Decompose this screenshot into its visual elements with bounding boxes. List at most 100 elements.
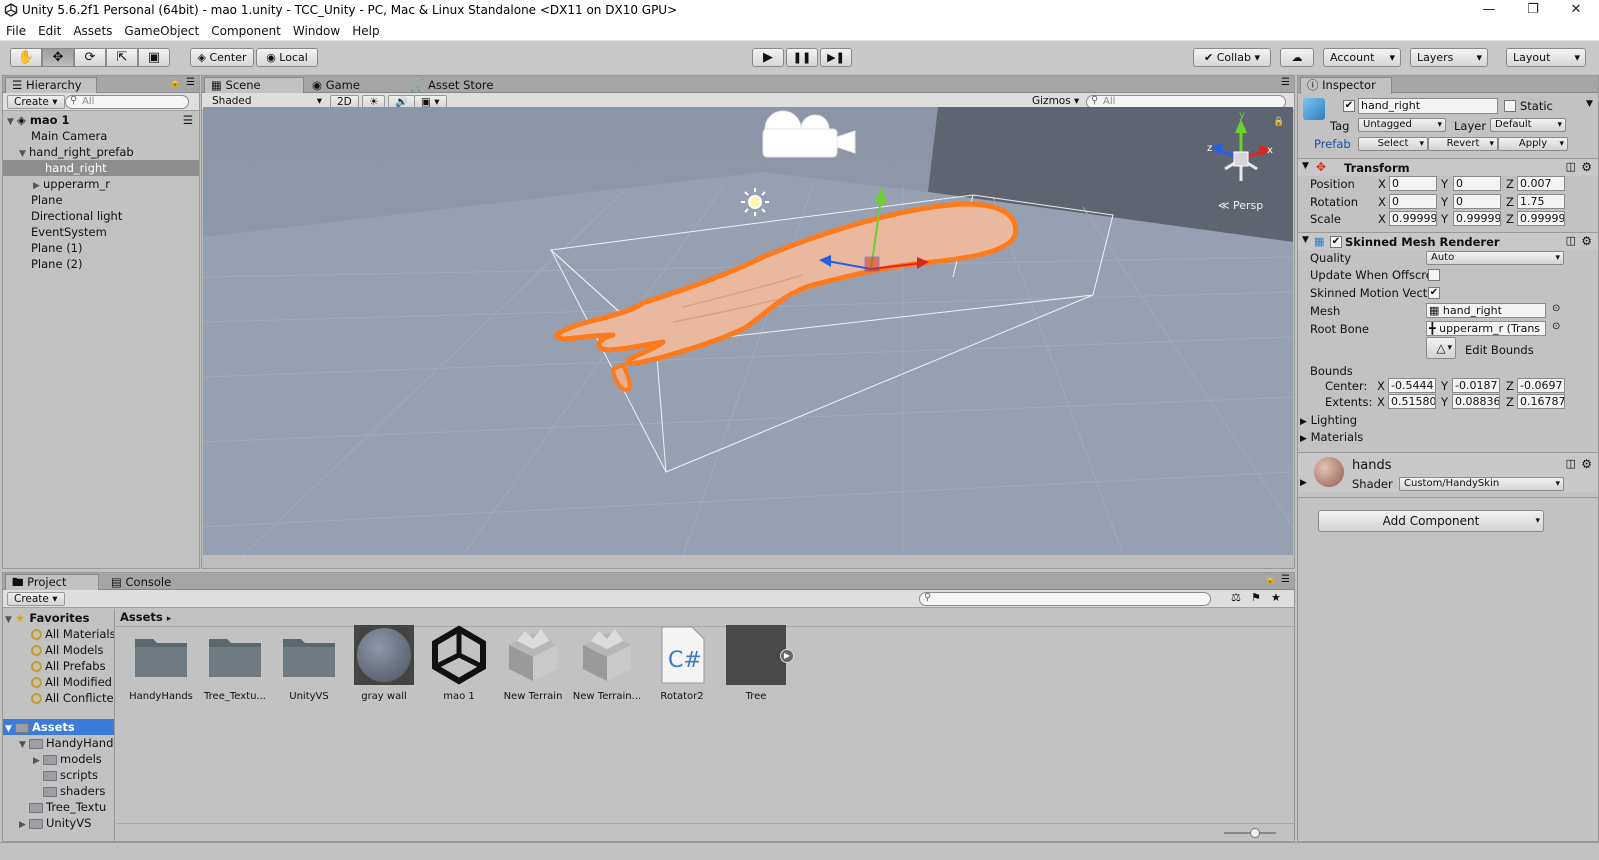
- tab-game[interactable]: ◉ Game: [306, 78, 406, 93]
- favorite-star-icon[interactable]: ★: [1271, 591, 1281, 604]
- search-by-type-icon[interactable]: ⚖: [1231, 591, 1241, 604]
- bounds-extents-y-field[interactable]: 0.08836: [1452, 394, 1500, 409]
- edit-bounds-button[interactable]: △: [1426, 337, 1456, 359]
- panel-menu-icon[interactable]: ☰: [1281, 77, 1290, 88]
- layer-dropdown[interactable]: Default: [1490, 118, 1566, 132]
- object-name-field[interactable]: hand_right: [1358, 98, 1498, 114]
- skinned-mesh-renderer-header[interactable]: ▼ ▦ ✔ Skinned Mesh Renderer ◫ ⚙: [1298, 232, 1598, 250]
- tab-asset-store[interactable]: 🛒 Asset Store: [404, 78, 524, 93]
- panel-menu-icon[interactable]: ☰: [186, 77, 195, 88]
- project-create-button[interactable]: Create ▾: [7, 592, 65, 606]
- rotation-z-field[interactable]: 1.75: [1517, 194, 1565, 209]
- lock-icon[interactable]: 🔒: [1265, 575, 1276, 585]
- account-dropdown[interactable]: Account ▾: [1323, 48, 1401, 67]
- folder-item[interactable]: ▼ HandyHand: [3, 735, 114, 751]
- scale-x-field[interactable]: 0.99999: [1389, 211, 1437, 226]
- tag-dropdown[interactable]: Untagged: [1358, 118, 1446, 132]
- object-picker-icon[interactable]: ⊙: [1552, 321, 1560, 332]
- restore-icon[interactable]: ❐: [1510, 2, 1556, 17]
- favorite-item[interactable]: All Materials: [3, 626, 114, 642]
- scene-menu-icon[interactable]: ☰: [183, 112, 193, 128]
- pause-button[interactable]: ❚❚: [786, 48, 818, 67]
- menu-window[interactable]: Window: [287, 22, 346, 40]
- cloud-button[interactable]: ☁: [1280, 48, 1314, 67]
- step-button[interactable]: ▶❚: [820, 48, 852, 67]
- minimize-icon[interactable]: —: [1466, 2, 1512, 17]
- static-checkbox[interactable]: [1504, 100, 1516, 112]
- position-y-field[interactable]: 0: [1453, 176, 1501, 191]
- collab-dropdown[interactable]: ✔ Collab ▾: [1193, 48, 1271, 67]
- asset-folder[interactable]: UnityVS: [273, 625, 345, 702]
- static-dropdown-icon[interactable]: ▼: [1586, 99, 1593, 109]
- asset-folder[interactable]: HandyHands: [125, 625, 197, 702]
- hierarchy-item[interactable]: Main Camera: [3, 128, 199, 144]
- scale-tool-icon[interactable]: ⇱: [106, 48, 138, 67]
- prefab-apply-button[interactable]: Apply: [1498, 137, 1568, 151]
- hierarchy-item[interactable]: ▶ upperarm_r: [3, 176, 199, 192]
- favorites-header[interactable]: ▼ ★ Favorites: [3, 610, 114, 626]
- prefab-select-button[interactable]: Select: [1358, 137, 1428, 151]
- asset-tree[interactable]: ▶ Tree: [720, 625, 794, 702]
- play-button[interactable]: ▶: [752, 48, 784, 67]
- project-search-input[interactable]: [919, 592, 1211, 606]
- lighting-foldout[interactable]: ▶ Lighting: [1300, 413, 1357, 427]
- pivot-center-toggle[interactable]: ◈ Center: [190, 48, 254, 67]
- skinned-motion-checkbox[interactable]: ✔: [1428, 287, 1440, 299]
- bounds-center-x-field[interactable]: -0.5444: [1388, 378, 1436, 393]
- asset-terrain[interactable]: New Terrain: [497, 625, 569, 702]
- move-tool-icon[interactable]: ✥: [42, 48, 74, 67]
- asset-scene[interactable]: mao 1: [423, 625, 495, 702]
- lock-icon[interactable]: 🔒: [1273, 117, 1284, 127]
- prefab-revert-button[interactable]: Revert: [1428, 137, 1498, 151]
- gear-icon[interactable]: ⚙: [1581, 160, 1592, 174]
- favorite-item[interactable]: All Models: [3, 642, 114, 658]
- collapse-arrow-icon[interactable]: ▶: [1300, 478, 1307, 488]
- hand-tool-icon[interactable]: ✋: [10, 48, 42, 67]
- favorite-item[interactable]: All Modified: [3, 674, 114, 690]
- bounds-extents-z-field[interactable]: 0.16787: [1517, 394, 1565, 409]
- rect-tool-icon[interactable]: ▣: [138, 48, 170, 67]
- menu-gameobject[interactable]: GameObject: [118, 22, 205, 40]
- tab-project[interactable]: 🖿 Project: [5, 574, 99, 591]
- scale-z-field[interactable]: 0.99999: [1517, 211, 1565, 226]
- tab-hierarchy[interactable]: ☰ Hierarchy: [5, 77, 97, 94]
- hierarchy-item[interactable]: Plane: [3, 192, 199, 208]
- transform-header[interactable]: ▼ ✥ Transform ◫ ⚙: [1298, 158, 1598, 176]
- folder-item[interactable]: shaders: [3, 783, 114, 799]
- scale-y-field[interactable]: 0.99999: [1453, 211, 1501, 226]
- assets-root-selected[interactable]: ▼ Assets: [3, 719, 114, 735]
- hierarchy-item[interactable]: Plane (1): [3, 240, 199, 256]
- collapse-arrow-icon[interactable]: ▼: [1302, 161, 1309, 171]
- breadcrumb-assets[interactable]: Assets ▸: [120, 610, 171, 624]
- asset-material[interactable]: gray wall: [348, 625, 420, 702]
- favorite-item[interactable]: All Conflicte: [3, 690, 114, 706]
- hierarchy-item[interactable]: Plane (2): [3, 256, 199, 272]
- bounds-center-z-field[interactable]: -0.0697: [1517, 378, 1565, 393]
- hierarchy-item[interactable]: EventSystem: [3, 224, 199, 240]
- layers-dropdown[interactable]: Layers ▾: [1410, 48, 1488, 67]
- folder-item[interactable]: Tree_Textu: [3, 799, 114, 815]
- menu-edit[interactable]: Edit: [32, 22, 67, 40]
- rotation-x-field[interactable]: 0: [1389, 194, 1437, 209]
- position-z-field[interactable]: 0.007: [1517, 176, 1565, 191]
- bounds-extents-x-field[interactable]: 0.51580: [1388, 394, 1436, 409]
- zoom-slider-thumb[interactable]: [1250, 828, 1260, 838]
- smr-enabled-checkbox[interactable]: ✔: [1330, 236, 1342, 248]
- hierarchy-item-selected[interactable]: hand_right: [3, 160, 199, 176]
- help-icon[interactable]: ◫: [1566, 160, 1576, 173]
- menu-help[interactable]: Help: [346, 22, 385, 40]
- add-component-button[interactable]: Add Component: [1318, 510, 1544, 532]
- update-offscreen-checkbox[interactable]: [1428, 269, 1440, 281]
- camera-gizmo-icon[interactable]: [762, 110, 856, 158]
- shader-dropdown[interactable]: Custom/HandySkin: [1399, 477, 1564, 491]
- position-x-field[interactable]: 0: [1389, 176, 1437, 191]
- persp-label[interactable]: ≪ Persp: [1218, 199, 1263, 212]
- rotate-tool-icon[interactable]: ⟳: [74, 48, 106, 67]
- menu-component[interactable]: Component: [205, 22, 287, 40]
- bounds-center-y-field[interactable]: -0.0187: [1452, 378, 1500, 393]
- scene-viewport[interactable]: y x z ≪ Persp 🔒: [203, 107, 1293, 555]
- favorite-item[interactable]: All Prefabs: [3, 658, 114, 674]
- help-icon[interactable]: ◫: [1566, 234, 1576, 247]
- hierarchy-item[interactable]: ▼ hand_right_prefab: [3, 144, 199, 160]
- menu-assets[interactable]: Assets: [67, 22, 118, 40]
